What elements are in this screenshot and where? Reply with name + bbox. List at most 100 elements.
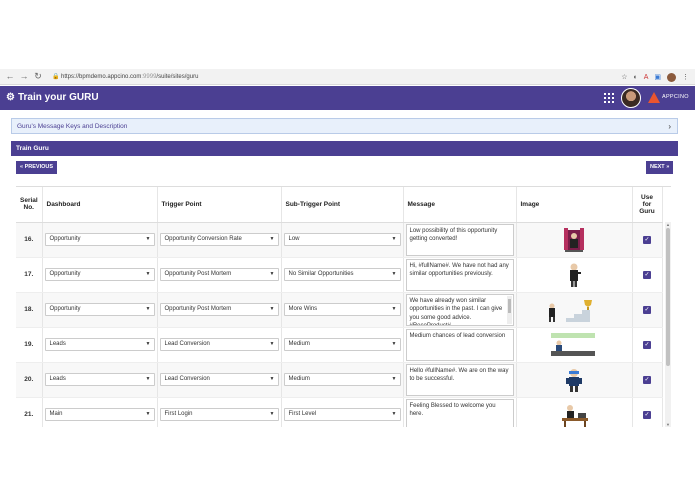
trigger-select[interactable]: Lead Conversion ▼ <box>159 338 279 351</box>
table-row: 20. Leads ▼ Lead Conversion ▼ Medium ▼ Hell… <box>16 362 663 398</box>
dashboard-select[interactable]: Opportunity ▼ <box>44 303 155 316</box>
col-subtrigger: Sub-Trigger Point <box>281 187 404 223</box>
user-avatar[interactable] <box>621 88 641 108</box>
trigger-select[interactable]: Lead Conversion ▼ <box>159 373 279 386</box>
desk-character-icon <box>554 401 594 428</box>
table-row: 17. Opportunity ▼ Opportunity Post Mortem… <box>16 257 663 293</box>
serial-cell: 17. <box>16 257 43 293</box>
subtrigger-select[interactable]: No Similar Opportunities ▼ <box>283 268 401 281</box>
serial-cell: 21. <box>16 397 43 427</box>
message-textarea[interactable]: Feeling Blessed to welcome you here. <box>405 398 514 427</box>
serial-cell: 19. <box>16 327 43 363</box>
scroll-up-icon[interactable]: ▲ <box>665 222 671 227</box>
textarea-scrollbar[interactable] <box>506 295 512 324</box>
dropdown-arrow-icon: ▼ <box>269 341 275 347</box>
acrobat-icon[interactable]: A <box>644 74 649 81</box>
dropdown-arrow-icon: ▼ <box>269 271 275 277</box>
message-textarea[interactable]: We have already won similar opportunitie… <box>405 293 514 326</box>
use-checkbox[interactable]: ✓ <box>643 340 651 349</box>
bookmark-star-icon[interactable]: ☆ <box>621 73 627 81</box>
dashboard-select[interactable]: Opportunity ▼ <box>44 233 155 246</box>
dropdown-arrow-icon: ▼ <box>391 236 397 242</box>
serial-cell: 18. <box>16 292 43 328</box>
message-textarea[interactable]: Medium chances of lead conversion <box>405 328 514 361</box>
url-path: /suite/sites/guru <box>156 74 199 80</box>
message-textarea[interactable]: Low possibility of this opportunity gett… <box>405 223 514 256</box>
dashboard-select[interactable]: Main ▼ <box>44 408 155 421</box>
use-checkbox[interactable]: ✓ <box>643 235 651 244</box>
menu-kebab-icon[interactable]: ⋮ <box>682 73 689 81</box>
use-checkbox[interactable]: ✓ <box>643 375 651 384</box>
subtrigger-value: Medium <box>288 341 310 347</box>
dropdown-arrow-icon: ▼ <box>391 341 397 347</box>
subtrigger-select[interactable]: First Level ▼ <box>283 408 401 421</box>
dropdown-arrow-icon: ▼ <box>145 236 151 242</box>
message-textarea[interactable]: Hi, #fullName#. We have not had any simi… <box>405 258 514 291</box>
dropdown-arrow-icon: ▼ <box>391 376 397 382</box>
trigger-value: Opportunity Post Mortem <box>164 306 232 312</box>
dashboard-value: Main <box>49 411 63 417</box>
dashboard-value: Opportunity <box>49 236 81 242</box>
col-trigger: Trigger Point <box>157 187 282 223</box>
logo-triangle-icon <box>648 92 660 103</box>
subtrigger-select[interactable]: More Wins ▼ <box>283 303 401 316</box>
page-top-blank <box>0 0 695 69</box>
extension-icon[interactable]: ◐ <box>633 74 637 81</box>
dashboard-value: Opportunity <box>49 306 81 312</box>
profile-avatar[interactable] <box>667 72 676 82</box>
message-textarea[interactable]: Hello #fullName#. We are on the way to b… <box>405 363 514 396</box>
forward-icon[interactable]: → <box>18 70 30 83</box>
reload-icon[interactable]: ↻ <box>32 70 44 83</box>
dashboard-value: Leads <box>49 376 66 382</box>
subtrigger-value: Low <box>288 236 300 242</box>
trigger-value: Lead Conversion <box>164 341 210 347</box>
dropdown-arrow-icon: ▼ <box>145 411 151 417</box>
trigger-select[interactable]: Opportunity Post Mortem ▼ <box>159 303 279 316</box>
back-icon[interactable]: ← <box>4 70 16 83</box>
standing-character-icon <box>554 261 594 289</box>
address-bar[interactable]: 🔒 https://bpmdemo.appcino.com:9999/suite/… <box>52 71 612 83</box>
dropdown-arrow-icon: ▼ <box>145 306 151 312</box>
table-row: 18. Opportunity ▼ Opportunity Post Mortem… <box>16 292 663 328</box>
subtrigger-value: Medium <box>288 376 310 382</box>
trigger-select[interactable]: Opportunity Conversion Rate ▼ <box>159 233 279 246</box>
table-row: 21. Main ▼ First Login ▼ First Level ▼ Feel… <box>16 397 663 428</box>
throne-character-icon <box>554 226 594 254</box>
use-checkbox[interactable]: ✓ <box>643 305 651 314</box>
dropdown-arrow-icon: ▼ <box>269 376 275 382</box>
col-message: Message <box>403 187 517 223</box>
browser-toolbar: ← → ↻ 🔒 https://bpmdemo.appcino.com:9999/… <box>0 69 695 85</box>
trigger-select[interactable]: First Login ▼ <box>159 408 279 421</box>
extension-box-icon[interactable]: ▣ <box>654 73 661 81</box>
browser-extensions: ☆ ◐ A ▣ ⋮ <box>621 71 689 83</box>
message-text: We have already won similar opportunitie… <box>409 297 503 325</box>
app-launcher-icon[interactable] <box>604 93 614 103</box>
col-image: Image <box>516 187 633 223</box>
dropdown-arrow-icon: ▼ <box>145 376 151 382</box>
use-checkbox[interactable]: ✓ <box>643 270 651 279</box>
subtrigger-select[interactable]: Low ▼ <box>283 233 401 246</box>
trigger-select[interactable]: Opportunity Post Mortem ▼ <box>159 268 279 281</box>
url-port: :9999 <box>141 74 157 80</box>
subtrigger-value: More Wins <box>288 306 318 312</box>
subtrigger-value: No Similar Opportunities <box>288 271 354 277</box>
table-row: 19. Leads ▼ Lead Conversion ▼ Medium ▼ Medi… <box>16 327 663 363</box>
message-keys-accordion[interactable]: Guru's Message Keys and Description › <box>11 118 678 134</box>
scrollbar-thumb[interactable] <box>666 228 670 366</box>
table-scrollbar[interactable]: ▲ ▼ <box>665 222 671 427</box>
app-header: ⚙ Train your GURU APPCINO <box>0 86 695 110</box>
next-button[interactable]: NEXT » <box>646 161 674 174</box>
subtrigger-select[interactable]: Medium ▼ <box>283 338 401 351</box>
dashboard-select[interactable]: Leads ▼ <box>44 373 155 386</box>
table-row: 16. Opportunity ▼ Opportunity Conversion … <box>16 222 663 258</box>
dropdown-arrow-icon: ▼ <box>269 411 275 417</box>
previous-button[interactable]: « PREVIOUS <box>16 161 58 174</box>
scroll-down-icon[interactable]: ▼ <box>665 422 671 427</box>
train-guru-header: Train Guru <box>11 141 678 156</box>
subtrigger-select[interactable]: Medium ▼ <box>283 373 401 386</box>
stairs-trophy-icon <box>549 296 594 324</box>
dashboard-select[interactable]: Leads ▼ <box>44 338 155 351</box>
use-checkbox[interactable]: ✓ <box>643 410 651 419</box>
trigger-value: First Login <box>164 411 193 417</box>
dashboard-select[interactable]: Opportunity ▼ <box>44 268 155 281</box>
